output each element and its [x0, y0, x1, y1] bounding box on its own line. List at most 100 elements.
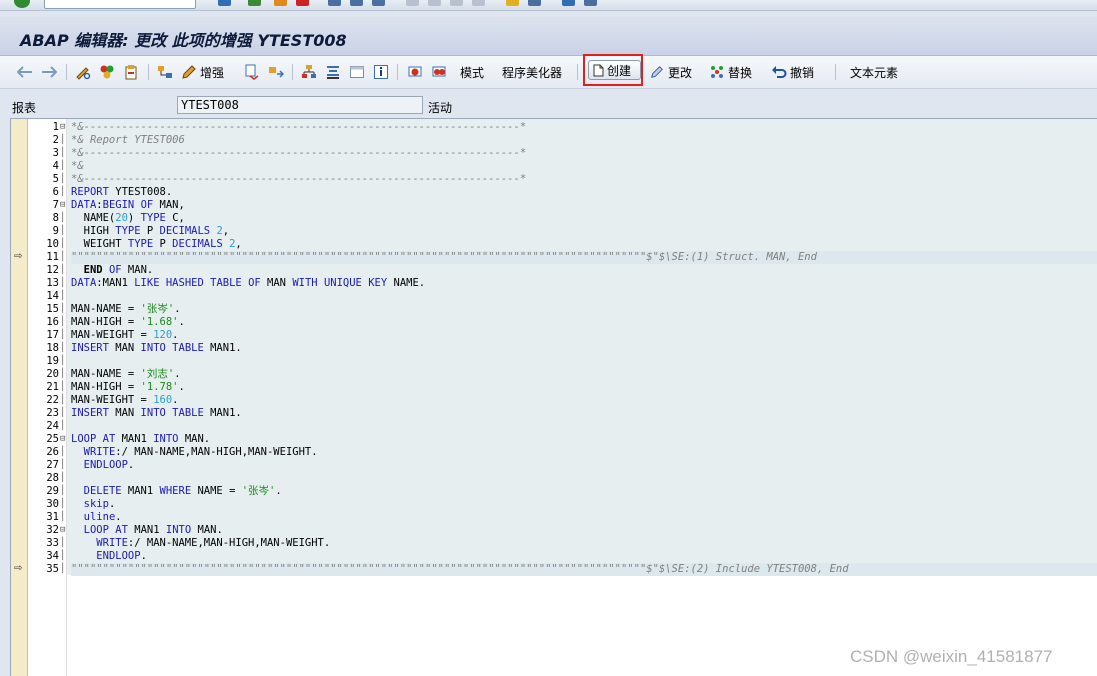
command-field[interactable]	[44, 0, 196, 9]
stack-button[interactable]	[324, 56, 342, 88]
code-line[interactable]: WEIGHT TYPE P DECIMALS 2,	[71, 238, 242, 251]
code-line[interactable]: MAN-HIGH = '1.78'.	[71, 381, 185, 394]
code-line[interactable]: DATA:BEGIN OF MAN,	[71, 199, 185, 212]
find-icon[interactable]	[350, 0, 363, 6]
fold-guide: │	[60, 538, 66, 548]
first-page-icon[interactable]	[406, 0, 419, 6]
save-icon[interactable]	[218, 0, 231, 6]
code-line[interactable]: END OF MAN.	[71, 264, 154, 277]
code-line[interactable]: *&	[71, 160, 84, 173]
enhance-label: 增强	[200, 65, 225, 80]
line-number: 24	[46, 420, 59, 432]
change-button[interactable]: 更改	[648, 56, 692, 88]
transport-button[interactable]	[267, 56, 285, 88]
pretty-printer-button[interactable]: 程序美化器	[500, 56, 562, 88]
help-icon[interactable]	[562, 0, 575, 6]
window-icon	[348, 63, 366, 81]
enhance-button[interactable]: 增强	[180, 56, 224, 88]
fold-guide: │	[60, 564, 66, 574]
external-breakpoint-button[interactable]	[430, 56, 448, 88]
tree-icon	[300, 63, 318, 81]
find-next-icon[interactable]	[372, 0, 385, 6]
code-line[interactable]: WRITE:/ MAN-NAME,MAN-HIGH,MAN-WEIGHT.	[71, 446, 318, 459]
code-line[interactable]: """"""""""""""""""""""""""""""""""""""""…	[71, 251, 1097, 264]
code-line[interactable]: MAN-WEIGHT = 120.	[71, 329, 178, 342]
line-number: 7	[52, 199, 59, 211]
line-number: 5	[52, 173, 59, 185]
arrow-right-icon	[40, 63, 58, 81]
code-line[interactable]: *&--------------------------------------…	[71, 121, 526, 134]
code-line[interactable]: ENDLOOP.	[71, 459, 135, 472]
code-line[interactable]: *& Report YTEST006	[71, 134, 185, 147]
code-line[interactable]: HIGH TYPE P DECIMALS 2,	[71, 225, 229, 238]
other-object-button[interactable]	[243, 56, 261, 88]
code-line[interactable]: MAN-WEIGHT = 160.	[71, 394, 178, 407]
back-icon[interactable]	[248, 0, 261, 6]
fold-guide: │	[60, 512, 66, 522]
next-page-icon[interactable]	[450, 0, 463, 6]
fold-guide: │	[60, 304, 66, 314]
fold-guide: │	[60, 135, 66, 145]
line-number: 19	[46, 355, 59, 367]
line-number: 25	[46, 433, 59, 445]
navigation-window-button[interactable]	[300, 56, 318, 88]
document-arrow-icon	[243, 63, 261, 81]
replace-button[interactable]: 替换	[708, 56, 752, 88]
code-line[interactable]: LOOP AT MAN1 INTO MAN.	[71, 433, 210, 446]
code-area[interactable]: *&--------------------------------------…	[67, 119, 1097, 676]
activate-button[interactable]	[98, 56, 116, 88]
code-line[interactable]: skip.	[71, 498, 116, 511]
print-icon[interactable]	[328, 0, 341, 6]
last-page-icon[interactable]	[472, 0, 485, 6]
undo-button[interactable]: 撤销	[770, 56, 814, 88]
line-number: 16	[46, 316, 59, 328]
code-line[interactable]: *&--------------------------------------…	[71, 173, 526, 186]
code-line[interactable]: DATA:MAN1 LIKE HASHED TABLE OF MAN WITH …	[71, 277, 425, 290]
code-line[interactable]: MAN-NAME = '张岑'.	[71, 303, 181, 316]
code-line[interactable]: INSERT MAN INTO TABLE MAN1.	[71, 407, 242, 420]
code-line[interactable]: DELETE MAN1 WHERE NAME = '张岑'.	[71, 485, 282, 498]
fold-toggle-icon[interactable]: ⊟	[60, 121, 66, 134]
where-used-button[interactable]	[122, 56, 140, 88]
cancel-icon[interactable]	[296, 0, 309, 6]
fold-toggle-icon[interactable]: ⊟	[60, 524, 66, 537]
code-line[interactable]: *&--------------------------------------…	[71, 147, 526, 160]
display-change-button[interactable]	[74, 56, 92, 88]
line-number: 11	[46, 251, 59, 263]
fold-guide: │	[60, 174, 66, 184]
shortcut-icon[interactable]	[528, 0, 541, 6]
code-line[interactable]: WRITE:/ MAN-NAME,MAN-HIGH,MAN-WEIGHT.	[71, 537, 330, 550]
forward-button[interactable]	[40, 56, 58, 88]
fold-guide: │	[60, 317, 66, 327]
fold-guide: │	[60, 382, 66, 392]
line-number: 8	[52, 212, 59, 224]
back-button[interactable]	[16, 56, 34, 88]
code-line[interactable]: uline.	[71, 511, 122, 524]
code-line[interactable]: """"""""""""""""""""""""""""""""""""""""…	[71, 563, 1097, 576]
new-session-icon[interactable]	[506, 0, 519, 6]
create-button[interactable]: 创建	[588, 60, 641, 80]
object-list-button[interactable]	[156, 56, 174, 88]
fold-toggle-icon[interactable]: ⊟	[60, 199, 66, 212]
exit-icon[interactable]	[274, 0, 287, 6]
code-line[interactable]: MAN-HIGH = '1.68'.	[71, 316, 185, 329]
pattern-button[interactable]: 模式	[458, 56, 484, 88]
text-elements-button[interactable]: 文本元素	[848, 56, 898, 88]
code-line[interactable]: LOOP AT MAN1 INTO MAN.	[71, 524, 223, 537]
fullscreen-button[interactable]	[348, 56, 366, 88]
program-name-field[interactable]: YTEST008	[177, 96, 423, 114]
code-line[interactable]: MAN-NAME = '刘志'.	[71, 368, 181, 381]
info-button[interactable]	[372, 56, 390, 88]
enter-icon[interactable]	[14, 0, 30, 8]
layout-icon[interactable]	[584, 0, 597, 6]
code-editor[interactable]: ⇨ ⇨ 1 ⊟ 2 │ 3 │ 4 │ 5 │ 6 │ 7 ⊟ 8 │ 9 │ 10 │ 11 │ 12 │ 13 │ 14 │ 15 │…	[10, 118, 1097, 676]
fold-guide: │	[60, 291, 66, 301]
prev-page-icon[interactable]	[428, 0, 441, 6]
code-line[interactable]: INSERT MAN INTO TABLE MAN1.	[71, 342, 242, 355]
set-breakpoint-button[interactable]	[406, 56, 424, 88]
window-title: ABAP 编辑器: 更改 此项的增强 YTEST008	[20, 31, 347, 50]
code-line[interactable]: ENDLOOP.	[71, 550, 147, 563]
code-line[interactable]: NAME(20) TYPE C,	[71, 212, 185, 225]
code-line[interactable]: REPORT YTEST008.	[71, 186, 172, 199]
fold-toggle-icon[interactable]: ⊟	[60, 433, 66, 446]
